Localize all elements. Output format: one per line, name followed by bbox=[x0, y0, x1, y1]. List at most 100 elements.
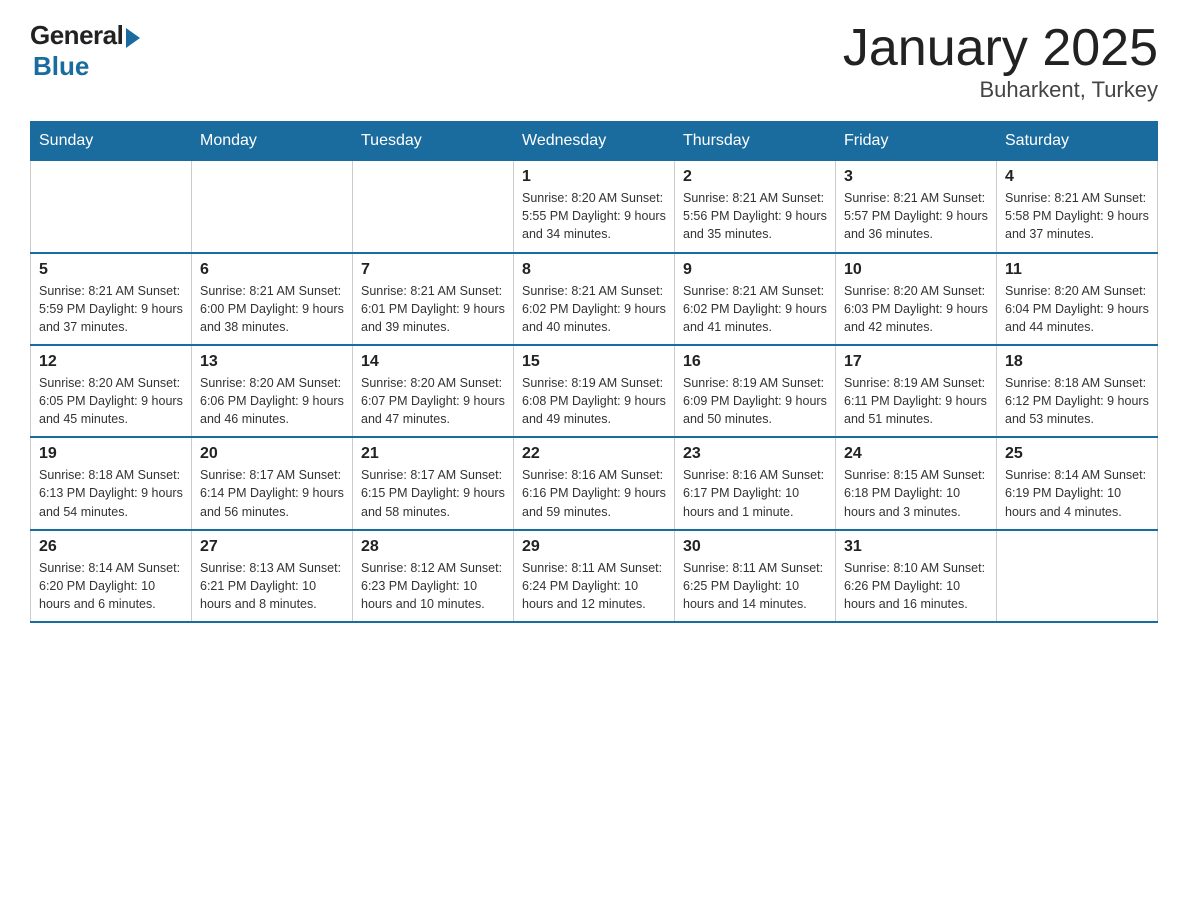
weekday-header-row: SundayMondayTuesdayWednesdayThursdayFrid… bbox=[31, 122, 1158, 161]
calendar-header: SundayMondayTuesdayWednesdayThursdayFrid… bbox=[31, 122, 1158, 161]
day-number: 7 bbox=[361, 261, 505, 279]
calendar-cell: 25Sunrise: 8:14 AM Sunset: 6:19 PM Dayli… bbox=[997, 437, 1158, 529]
calendar-cell bbox=[353, 161, 514, 253]
day-info: Sunrise: 8:21 AM Sunset: 5:58 PM Dayligh… bbox=[1005, 189, 1149, 243]
day-number: 26 bbox=[39, 538, 183, 556]
day-number: 12 bbox=[39, 353, 183, 371]
day-info: Sunrise: 8:10 AM Sunset: 6:26 PM Dayligh… bbox=[844, 559, 988, 613]
day-info: Sunrise: 8:13 AM Sunset: 6:21 PM Dayligh… bbox=[200, 559, 344, 613]
calendar-cell: 21 Sunrise: 8:17 AM Sunset: 6:15 PM Dayli… bbox=[353, 437, 514, 529]
day-info: Sunrise: 8:21 AM Sunset: 5:57 PM Dayligh… bbox=[844, 189, 988, 243]
calendar-cell: 24Sunrise: 8:15 AM Sunset: 6:18 PM Dayli… bbox=[836, 437, 997, 529]
calendar-cell bbox=[31, 161, 192, 253]
day-info: Sunrise: 8:20 AM Sunset: 6:05 PM Dayligh… bbox=[39, 374, 183, 428]
logo-arrow-icon bbox=[126, 28, 140, 48]
day-number: 20 bbox=[200, 445, 344, 463]
calendar-cell: 14Sunrise: 8:20 AM Sunset: 6:07 PM Dayli… bbox=[353, 345, 514, 437]
day-number: 8 bbox=[522, 261, 666, 279]
calendar-cell: 5 Sunrise: 8:21 AM Sunset: 5:59 PM Daylig… bbox=[31, 253, 192, 345]
day-number: 22 bbox=[522, 445, 666, 463]
calendar-cell: 13 Sunrise: 8:20 AM Sunset: 6:06 PM Dayli… bbox=[192, 345, 353, 437]
day-info: Sunrise: 8:20 AM Sunset: 6:07 PM Dayligh… bbox=[361, 374, 505, 428]
day-number: 5 bbox=[39, 261, 183, 279]
calendar-cell: 4 Sunrise: 8:21 AM Sunset: 5:58 PM Daylig… bbox=[997, 161, 1158, 253]
weekday-header-friday: Friday bbox=[836, 122, 997, 161]
day-info: Sunrise: 8:21 AM Sunset: 6:02 PM Dayligh… bbox=[683, 282, 827, 336]
weekday-header-tuesday: Tuesday bbox=[353, 122, 514, 161]
page-header: General Blue January 2025 Buharkent, Tur… bbox=[30, 20, 1158, 103]
day-info: Sunrise: 8:19 AM Sunset: 6:09 PM Dayligh… bbox=[683, 374, 827, 428]
day-number: 10 bbox=[844, 261, 988, 279]
weekday-header-monday: Monday bbox=[192, 122, 353, 161]
day-number: 18 bbox=[1005, 353, 1149, 371]
day-info: Sunrise: 8:21 AM Sunset: 6:02 PM Dayligh… bbox=[522, 282, 666, 336]
day-info: Sunrise: 8:20 AM Sunset: 6:03 PM Dayligh… bbox=[844, 282, 988, 336]
calendar-cell: 1 Sunrise: 8:20 AM Sunset: 5:55 PM Daylig… bbox=[514, 161, 675, 253]
calendar-cell: 27 Sunrise: 8:13 AM Sunset: 6:21 PM Dayli… bbox=[192, 530, 353, 622]
calendar-cell: 28 Sunrise: 8:12 AM Sunset: 6:23 PM Dayli… bbox=[353, 530, 514, 622]
day-number: 28 bbox=[361, 538, 505, 556]
calendar-cell: 15 Sunrise: 8:19 AM Sunset: 6:08 PM Dayli… bbox=[514, 345, 675, 437]
day-info: Sunrise: 8:17 AM Sunset: 6:15 PM Dayligh… bbox=[361, 466, 505, 520]
day-number: 29 bbox=[522, 538, 666, 556]
calendar-cell bbox=[997, 530, 1158, 622]
calendar-cell: 30Sunrise: 8:11 AM Sunset: 6:25 PM Dayli… bbox=[675, 530, 836, 622]
logo: General Blue bbox=[30, 20, 140, 82]
calendar-cell: 19Sunrise: 8:18 AM Sunset: 6:13 PM Dayli… bbox=[31, 437, 192, 529]
day-info: Sunrise: 8:19 AM Sunset: 6:08 PM Dayligh… bbox=[522, 374, 666, 428]
day-info: Sunrise: 8:21 AM Sunset: 6:00 PM Dayligh… bbox=[200, 282, 344, 336]
day-number: 4 bbox=[1005, 168, 1149, 186]
day-info: Sunrise: 8:21 AM Sunset: 6:01 PM Dayligh… bbox=[361, 282, 505, 336]
calendar-title: January 2025 bbox=[843, 20, 1158, 77]
day-info: Sunrise: 8:21 AM Sunset: 5:59 PM Dayligh… bbox=[39, 282, 183, 336]
day-info: Sunrise: 8:21 AM Sunset: 5:56 PM Dayligh… bbox=[683, 189, 827, 243]
day-info: Sunrise: 8:19 AM Sunset: 6:11 PM Dayligh… bbox=[844, 374, 988, 428]
day-number: 9 bbox=[683, 261, 827, 279]
weekday-header-sunday: Sunday bbox=[31, 122, 192, 161]
calendar-cell: 17Sunrise: 8:19 AM Sunset: 6:11 PM Dayli… bbox=[836, 345, 997, 437]
day-number: 27 bbox=[200, 538, 344, 556]
calendar-cell: 2 Sunrise: 8:21 AM Sunset: 5:56 PM Daylig… bbox=[675, 161, 836, 253]
day-number: 16 bbox=[683, 353, 827, 371]
calendar-cell: 23 Sunrise: 8:16 AM Sunset: 6:17 PM Dayli… bbox=[675, 437, 836, 529]
calendar-subtitle: Buharkent, Turkey bbox=[843, 77, 1158, 103]
day-number: 31 bbox=[844, 538, 988, 556]
day-number: 23 bbox=[683, 445, 827, 463]
calendar-week-4: 19Sunrise: 8:18 AM Sunset: 6:13 PM Dayli… bbox=[31, 437, 1158, 529]
day-number: 13 bbox=[200, 353, 344, 371]
day-number: 15 bbox=[522, 353, 666, 371]
day-number: 1 bbox=[522, 168, 666, 186]
day-info: Sunrise: 8:18 AM Sunset: 6:12 PM Dayligh… bbox=[1005, 374, 1149, 428]
calendar-cell: 3 Sunrise: 8:21 AM Sunset: 5:57 PM Daylig… bbox=[836, 161, 997, 253]
day-info: Sunrise: 8:20 AM Sunset: 5:55 PM Dayligh… bbox=[522, 189, 666, 243]
calendar-cell: 18 Sunrise: 8:18 AM Sunset: 6:12 PM Dayli… bbox=[997, 345, 1158, 437]
calendar-cell: 20Sunrise: 8:17 AM Sunset: 6:14 PM Dayli… bbox=[192, 437, 353, 529]
day-number: 25 bbox=[1005, 445, 1149, 463]
calendar-cell: 11Sunrise: 8:20 AM Sunset: 6:04 PM Dayli… bbox=[997, 253, 1158, 345]
day-number: 3 bbox=[844, 168, 988, 186]
day-info: Sunrise: 8:12 AM Sunset: 6:23 PM Dayligh… bbox=[361, 559, 505, 613]
calendar-week-5: 26 Sunrise: 8:14 AM Sunset: 6:20 PM Dayli… bbox=[31, 530, 1158, 622]
calendar-cell bbox=[192, 161, 353, 253]
calendar-cell: 7 Sunrise: 8:21 AM Sunset: 6:01 PM Daylig… bbox=[353, 253, 514, 345]
day-number: 21 bbox=[361, 445, 505, 463]
calendar-table: SundayMondayTuesdayWednesdayThursdayFrid… bbox=[30, 121, 1158, 623]
day-number: 6 bbox=[200, 261, 344, 279]
title-area: January 2025 Buharkent, Turkey bbox=[843, 20, 1158, 103]
calendar-cell: 29 Sunrise: 8:11 AM Sunset: 6:24 PM Dayli… bbox=[514, 530, 675, 622]
calendar-cell: 12 Sunrise: 8:20 AM Sunset: 6:05 PM Dayli… bbox=[31, 345, 192, 437]
calendar-cell: 6 Sunrise: 8:21 AM Sunset: 6:00 PM Daylig… bbox=[192, 253, 353, 345]
day-info: Sunrise: 8:14 AM Sunset: 6:20 PM Dayligh… bbox=[39, 559, 183, 613]
calendar-cell: 9 Sunrise: 8:21 AM Sunset: 6:02 PM Daylig… bbox=[675, 253, 836, 345]
day-info: Sunrise: 8:20 AM Sunset: 6:06 PM Dayligh… bbox=[200, 374, 344, 428]
day-info: Sunrise: 8:15 AM Sunset: 6:18 PM Dayligh… bbox=[844, 466, 988, 520]
weekday-header-wednesday: Wednesday bbox=[514, 122, 675, 161]
day-number: 2 bbox=[683, 168, 827, 186]
calendar-cell: 26 Sunrise: 8:14 AM Sunset: 6:20 PM Dayli… bbox=[31, 530, 192, 622]
day-number: 30 bbox=[683, 538, 827, 556]
calendar-cell: 10 Sunrise: 8:20 AM Sunset: 6:03 PM Dayli… bbox=[836, 253, 997, 345]
calendar-cell: 16 Sunrise: 8:19 AM Sunset: 6:09 PM Dayli… bbox=[675, 345, 836, 437]
logo-blue-text: Blue bbox=[33, 51, 89, 82]
day-info: Sunrise: 8:11 AM Sunset: 6:24 PM Dayligh… bbox=[522, 559, 666, 613]
day-info: Sunrise: 8:16 AM Sunset: 6:17 PM Dayligh… bbox=[683, 466, 827, 520]
